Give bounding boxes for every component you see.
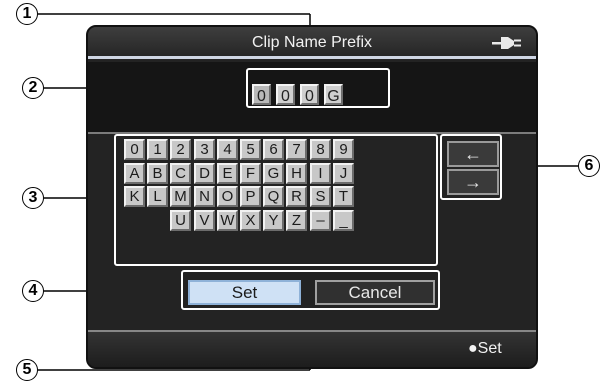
status-set-hint: ●Set: [468, 340, 502, 357]
buttons-highlight-frame: [181, 270, 440, 310]
callout-3: 3: [22, 187, 44, 209]
callout-4: 4: [22, 280, 44, 302]
callout-6: 6: [578, 155, 600, 177]
keyboard-highlight-frame: [114, 134, 438, 266]
callout-1: 1: [16, 3, 38, 25]
callout-5: 5: [16, 359, 38, 381]
callout-2: 2: [22, 77, 44, 99]
arrow-highlight-frame: [440, 134, 502, 200]
screen-title: Clip Name Prefix: [251, 34, 373, 51]
prefix-highlight-frame: [246, 68, 390, 108]
ac-plug-icon: [492, 37, 521, 49]
